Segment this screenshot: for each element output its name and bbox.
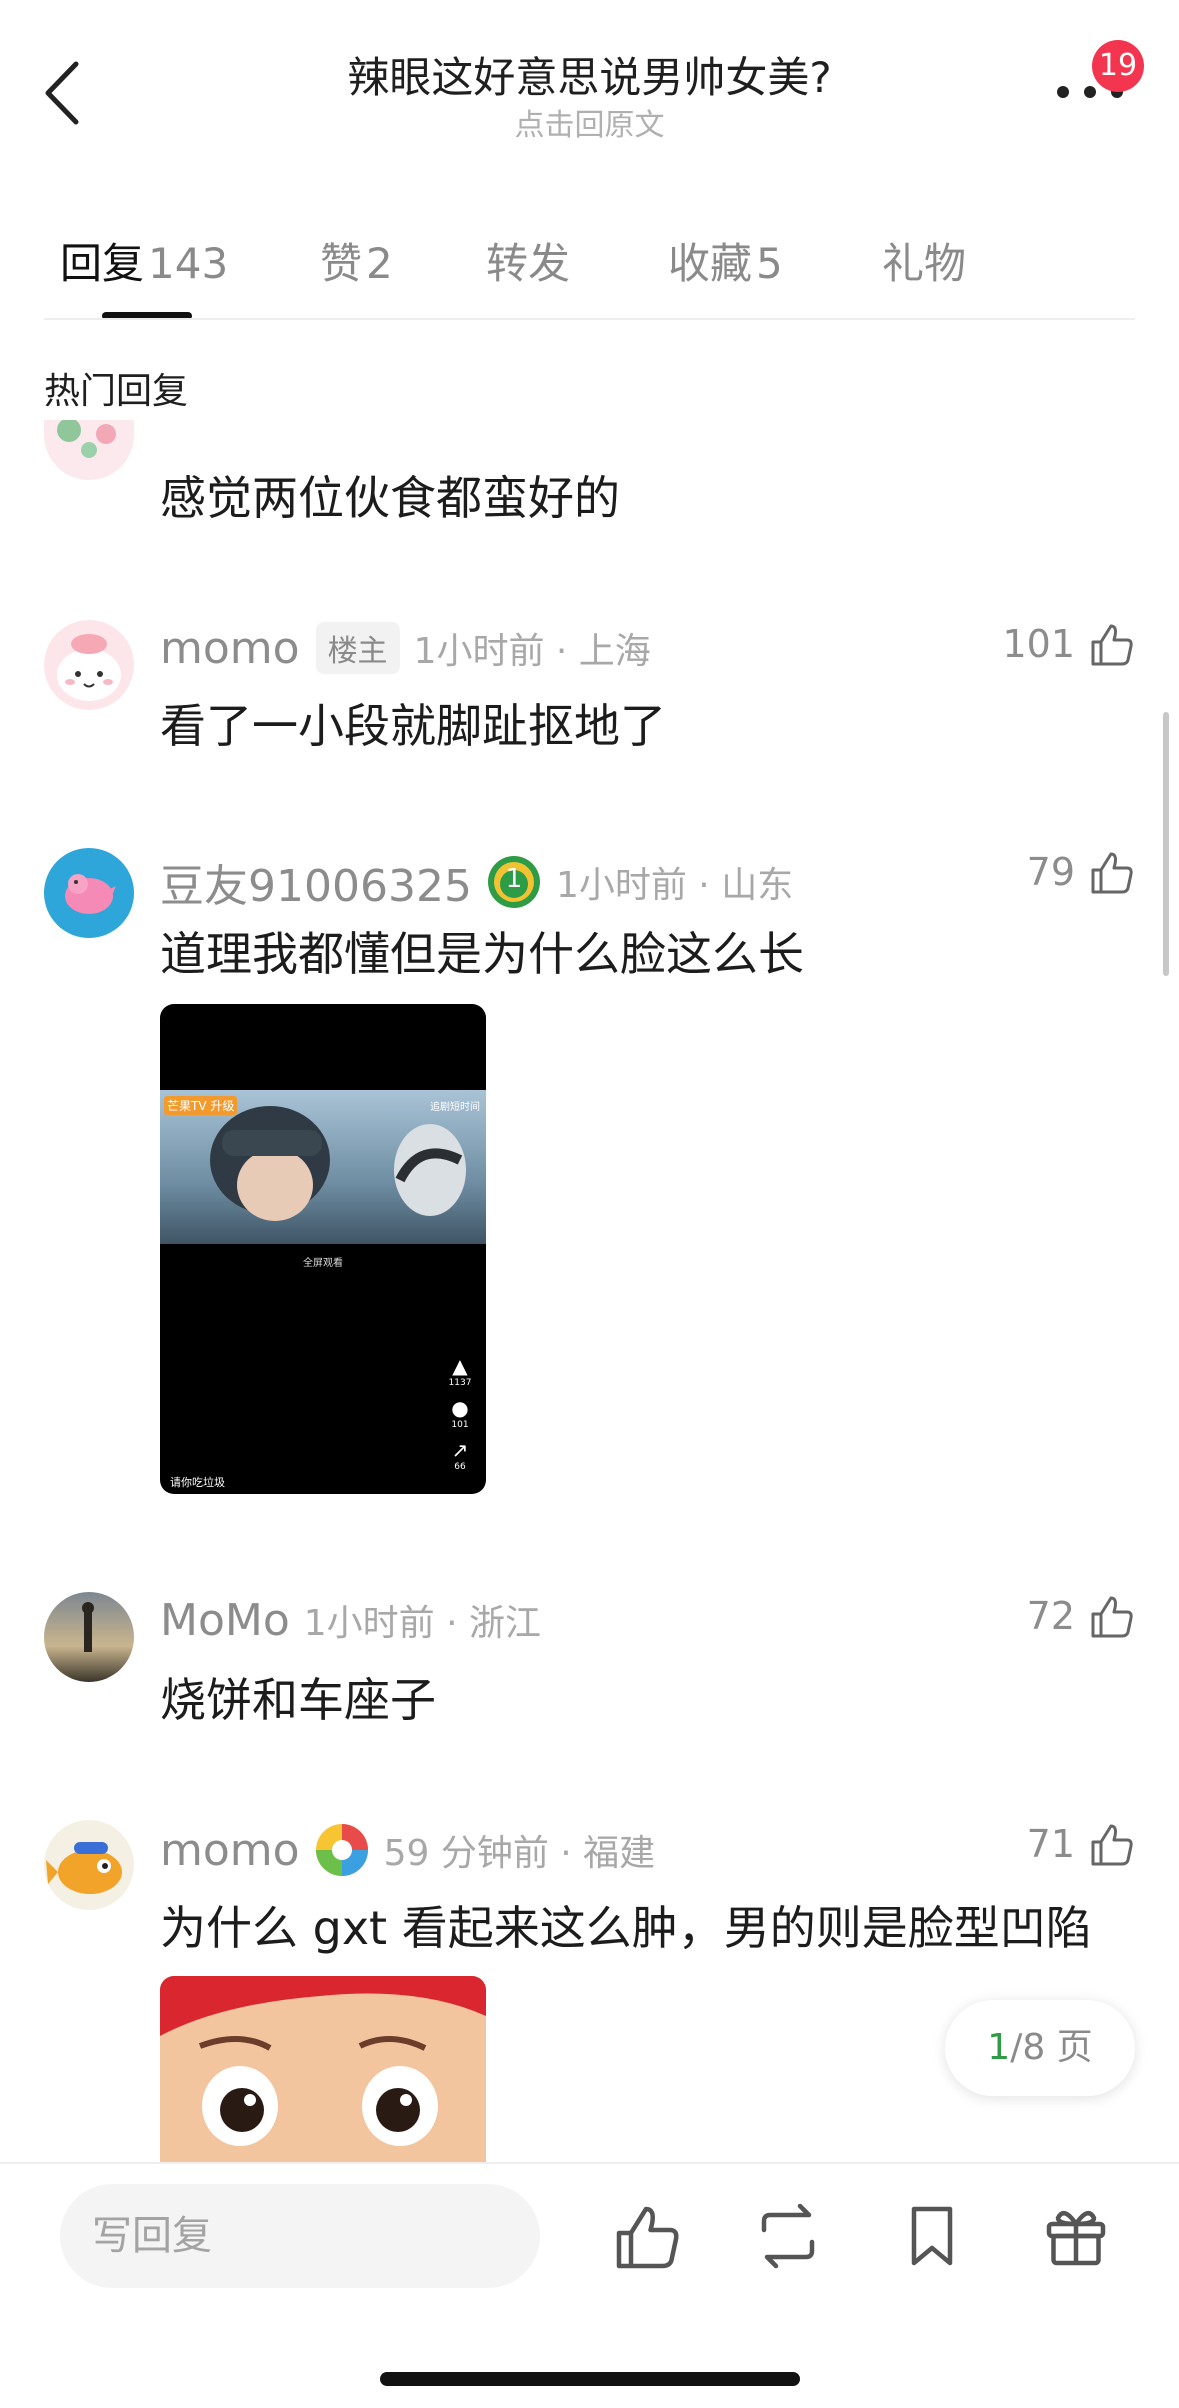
video-watermark: 追剧短时间 — [430, 1102, 480, 1113]
like-count: 79 — [1026, 850, 1075, 894]
total-pages: /8 页 — [1010, 2027, 1093, 2068]
video-caption: 请你吃垃圾 — [170, 1476, 225, 1489]
thumbs-up-icon — [1091, 852, 1133, 894]
tab-reposts[interactable]: 转发 — [486, 230, 570, 291]
comment-time-location: 1小时前 · 上海 — [413, 631, 651, 672]
repost-icon[interactable] — [752, 2200, 824, 2272]
level-badge-number: 1 — [505, 864, 523, 894]
video-share-count: 66 — [454, 1462, 466, 1472]
like-count: 72 — [1026, 1594, 1075, 1638]
reply-input[interactable]: 写回复 — [60, 2184, 540, 2288]
comment-image[interactable]: 芒果TV 升级 追剧短时间 全屏观看 ▲ 1137 ● 101 ↗ 66 请你吃… — [160, 1004, 486, 1494]
notification-badge: 19 — [1092, 40, 1144, 92]
avatar[interactable] — [44, 1592, 134, 1682]
like-button[interactable]: 72 — [1027, 1592, 1135, 1640]
thumbs-up-icon — [1091, 624, 1133, 666]
tab-bar: 回复143 赞2 转发 收藏5 礼物 — [0, 220, 1179, 320]
avatar[interactable] — [44, 1820, 134, 1910]
back-to-original-link[interactable]: 点击回原文 — [0, 100, 1179, 144]
comment-meta: momo 59 分钟前 · 福建 — [160, 1822, 655, 1878]
comment-image[interactable] — [160, 1976, 486, 2162]
thumbs-up-icon — [1091, 1596, 1133, 1638]
tab-label: 赞 — [320, 239, 363, 288]
comment-bubble-icon: ● — [451, 1396, 469, 1420]
video-like-count: 1137 — [448, 1378, 472, 1388]
comment-text: 烧饼和车座子 — [160, 1673, 436, 1727]
thumbs-up-icon: ▲ — [452, 1354, 468, 1378]
comment-time-location: 59 分钟前 · 福建 — [383, 1833, 656, 1874]
tab-count: 5 — [756, 239, 783, 288]
bottom-action-bar: 写回复 — [0, 2162, 1179, 2408]
username[interactable]: momo — [160, 1825, 300, 1876]
bookmark-icon[interactable] — [896, 2200, 968, 2272]
tab-count: 2 — [366, 239, 393, 288]
comment-text: 看了一小段就脚趾抠地了 — [160, 699, 666, 753]
level-badge-icon: 1 — [486, 854, 542, 910]
username[interactable]: MoMo — [160, 1595, 290, 1646]
tab-count: 143 — [148, 239, 229, 288]
username[interactable]: 豆友91006325 — [160, 850, 472, 914]
tab-label: 收藏 — [668, 239, 753, 288]
avatar[interactable] — [44, 848, 134, 938]
thumbs-up-icon — [1091, 1824, 1133, 1866]
video-side-actions: ▲ 1137 ● 101 ↗ 66 — [442, 1354, 478, 1472]
comment-text: 感觉两位伙食都蛮好的 — [160, 471, 620, 525]
divider — [44, 318, 1135, 320]
share-icon: ↗ — [451, 1438, 469, 1462]
owner-tag: 楼主 — [315, 622, 400, 674]
fullscreen-label: 全屏观看 — [303, 1258, 343, 1269]
tab-likes[interactable]: 赞2 — [320, 230, 393, 291]
like-count: 71 — [1026, 1822, 1075, 1866]
avatar[interactable] — [44, 420, 134, 480]
scrollbar[interactable] — [1163, 712, 1169, 976]
colorful-badge-icon — [314, 1822, 370, 1878]
page-title[interactable]: 辣眼这好意思说男帅女美? — [0, 44, 1179, 105]
section-title: 热门回复 — [44, 371, 189, 412]
comment-meta: MoMo 1小时前 · 浙江 — [160, 1594, 541, 1646]
video-comment-count: 101 — [451, 1420, 469, 1430]
avatar[interactable] — [44, 620, 134, 710]
tab-label: 回复 — [60, 239, 145, 288]
home-indicator — [380, 2372, 800, 2386]
tab-gifts[interactable]: 礼物 — [882, 230, 966, 291]
comment-meta: momo 楼主 1小时前 · 上海 — [160, 622, 651, 674]
thumbs-up-icon[interactable] — [610, 2200, 682, 2272]
like-button[interactable]: 79 — [1027, 848, 1135, 896]
top-header: 辣眼这好意思说男帅女美? 点击回原文 19 — [0, 0, 1179, 190]
tab-favorites[interactable]: 收藏5 — [668, 230, 783, 291]
gift-icon[interactable] — [1040, 2200, 1112, 2272]
current-page: 1 — [987, 2027, 1011, 2068]
comment-meta: 豆友91006325 1 1小时前 · 山东 — [160, 850, 793, 914]
like-count: 101 — [1002, 622, 1075, 666]
comment-time-location: 1小时前 · 山东 — [555, 865, 794, 906]
tab-label: 礼物 — [882, 239, 967, 288]
tab-replies[interactable]: 回复143 — [60, 230, 228, 291]
tab-label: 转发 — [486, 239, 571, 288]
video-overlay-tag: 芒果TV 升级 — [164, 1096, 238, 1115]
like-button[interactable]: 101 — [1002, 620, 1135, 668]
username[interactable]: momo — [160, 623, 300, 674]
comment-time-location: 1小时前 · 浙江 — [303, 1603, 542, 1644]
comment-text: 为什么 gxt 看起来这么肿，男的则是脸型凹陷 — [160, 1901, 1092, 1955]
like-button[interactable]: 71 — [1027, 1820, 1135, 1868]
page-indicator[interactable]: 1/8 页 — [945, 2000, 1135, 2096]
comment-text: 道理我都懂但是为什么脸这么长 — [160, 927, 804, 981]
